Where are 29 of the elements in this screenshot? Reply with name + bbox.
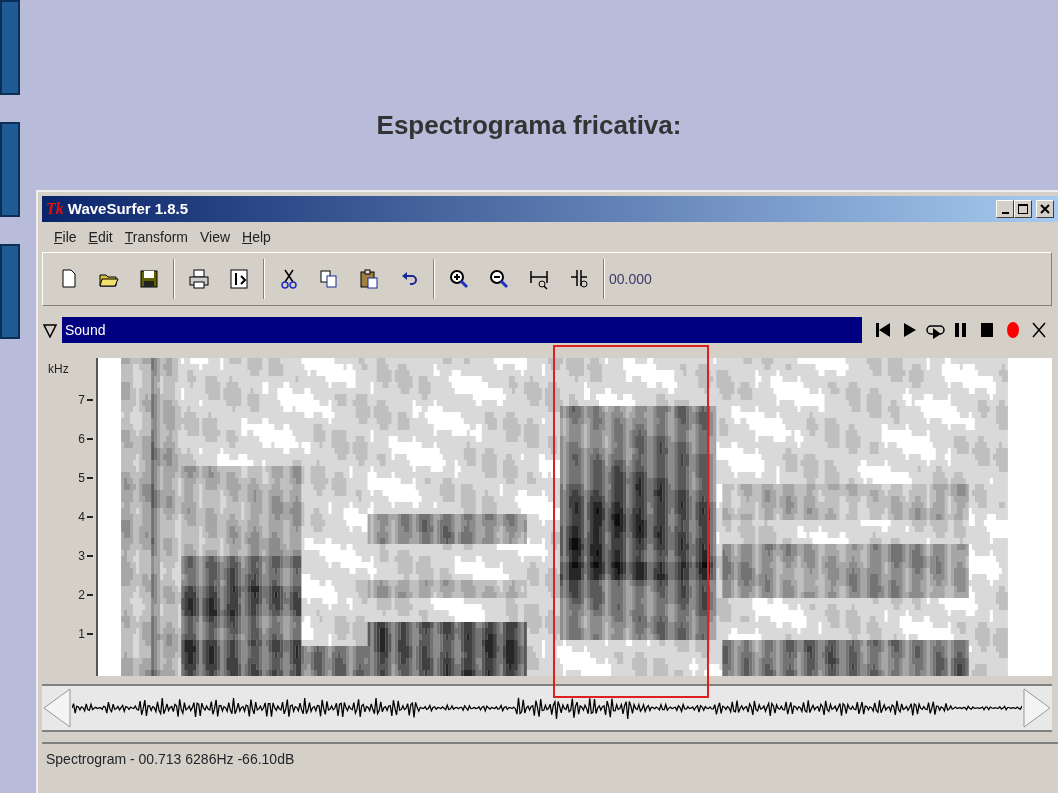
printer-icon <box>188 268 210 290</box>
menu-item[interactable]: Edit <box>82 226 119 248</box>
zoom-bracket-icon <box>528 268 550 290</box>
menu-item[interactable]: Help <box>236 226 277 248</box>
axis-unit: kHz <box>48 361 69 378</box>
minimize-icon <box>1001 212 1009 214</box>
properties-icon <box>228 268 250 290</box>
close-icon <box>1029 320 1049 340</box>
window-title: WaveSurfer 1.8.5 <box>67 198 190 219</box>
app-logo: Tk <box>46 199 64 219</box>
skip-to-start-icon <box>873 320 893 340</box>
zoom-selection-icon <box>568 268 590 290</box>
maximize-icon <box>1018 204 1028 214</box>
maximize-button[interactable] <box>1014 200 1032 218</box>
close-icon <box>1040 204 1050 214</box>
menu-item[interactable]: Transform <box>118 226 194 248</box>
status-text: Spectrogram - 00.713 6286Hz -66.10dB <box>46 749 295 769</box>
minimize-button[interactable] <box>996 200 1014 218</box>
copy-icon <box>318 268 340 290</box>
sound-title-bar: Sound <box>62 317 862 343</box>
menu-item[interactable]: File <box>48 226 83 248</box>
slide-title: Espectrograma fricativa: <box>376 109 683 142</box>
time-readout: 00.000 <box>609 269 652 289</box>
scissors-icon <box>278 268 300 290</box>
clipboard-icon <box>358 268 380 290</box>
zoom-in-icon <box>448 268 470 290</box>
close-button[interactable] <box>1036 200 1054 218</box>
menu-item[interactable]: View <box>194 226 237 248</box>
zoom-out-icon <box>488 268 510 290</box>
